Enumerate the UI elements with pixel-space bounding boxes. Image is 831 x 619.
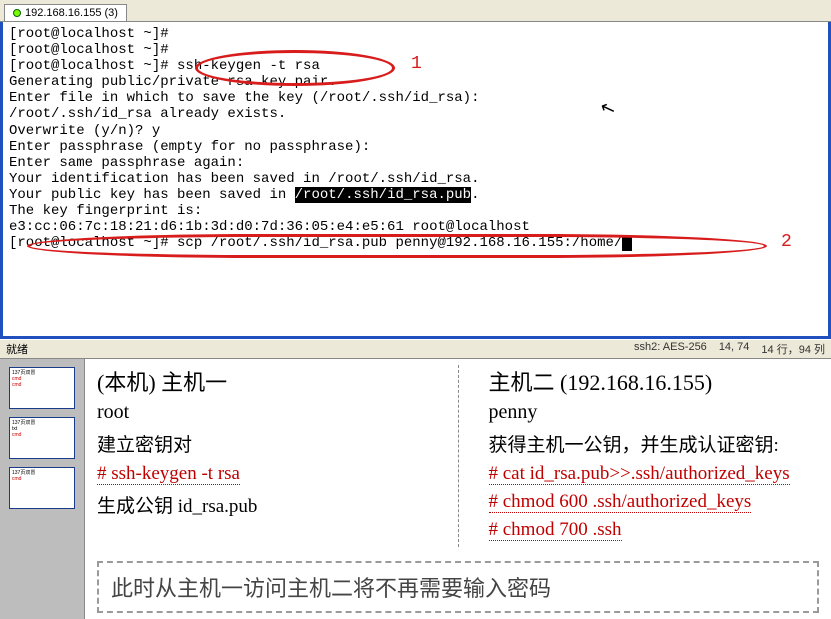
host2-step1: 获得主机一公钥，并生成认证密钥: [489,430,820,457]
status-ssh: ssh2: AES-256 [634,341,707,357]
thumbnail[interactable]: 137页双冒cmd [9,467,75,509]
host2-title: 主机二 (192.168.16.155) [489,365,820,397]
host2-user: penny [489,401,820,424]
terminal-output[interactable]: [root@localhost ~]# [root@localhost ~]# … [0,22,831,339]
terminal-cursor [622,237,632,251]
mouse-cursor-icon: ↖ [598,98,619,123]
thumbnail[interactable]: 137页双冒cmdcmd [9,367,75,409]
host2-cmd2: # chmod 600 .ssh/authorized_keys [489,491,820,513]
host1-step2: 生成公钥 id_rsa.pub [97,491,428,518]
tab-bar: 192.168.16.155 (3) [0,0,831,22]
highlighted-path: /root/.ssh/id_rsa.pub [295,187,471,203]
thumbnail[interactable]: 137页双冒txtcmd [9,417,75,459]
host1-step1: 建立密钥对 [97,430,428,457]
host2-cmd3: # chmod 700 .ssh [489,519,820,541]
host1-title: (本机) 主机一 [97,365,428,397]
status-size: 14 行，94 列 [761,341,825,357]
host1-cmd1: # ssh-keygen -t rsa [97,463,428,485]
annotation-label-2: 2 [781,232,792,253]
tab-title: 192.168.16.155 (3) [25,7,118,19]
status-pos: 14, 74 [719,341,750,357]
column-divider [458,365,459,547]
slide-content: (本机) 主机一 root 建立密钥对 # ssh-keygen -t rsa … [85,359,831,619]
annotation-label-1: 1 [411,54,422,75]
connection-status-icon [13,9,21,17]
status-bar: 就绪 ssh2: AES-256 14, 74 14 行，94 列 [0,339,831,359]
lower-pane: 137页双冒cmdcmd 137页双冒txtcmd 137页双冒cmd (本机)… [0,359,831,619]
host1-user: root [97,401,428,424]
left-column: (本机) 主机一 root 建立密钥对 # ssh-keygen -t rsa … [97,365,428,547]
host2-cmd1: # cat id_rsa.pub>>.ssh/authorized_keys [489,463,820,485]
right-column: 主机二 (192.168.16.155) penny 获得主机一公钥，并生成认证… [489,365,820,547]
status-left: 就绪 [6,341,28,357]
terminal-tab[interactable]: 192.168.16.155 (3) [4,4,127,21]
slide-thumbnails[interactable]: 137页双冒cmdcmd 137页双冒txtcmd 137页双冒cmd [0,359,85,619]
note-box: 此时从主机一访问主机二将不再需要输入密码 [97,561,819,613]
